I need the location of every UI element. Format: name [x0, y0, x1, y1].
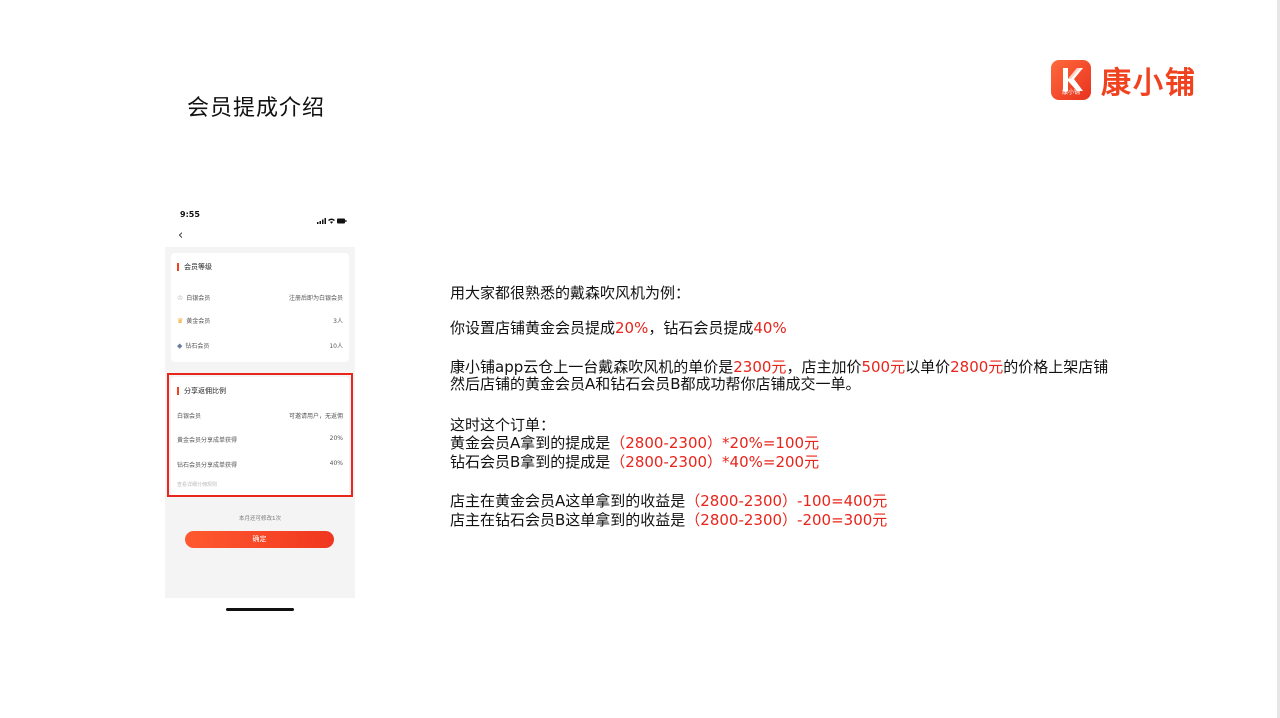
- gold-commission-line: 黄金会员A拿到的提成是（2800-2300）*20%=100元: [450, 435, 819, 452]
- owner-gold-income-line: 店主在黄金会员A这单拿到的收益是（2800-2300）-100=400元: [450, 493, 887, 510]
- diamond-icon: ◆: [177, 342, 183, 350]
- text-segment: ，钻石会员提成: [648, 319, 754, 337]
- row-label: 钻石会员: [185, 343, 210, 350]
- row-value: 3人: [333, 318, 343, 325]
- markup-amount: 500元: [861, 358, 906, 376]
- brand-logo-mark-icon: 康小铺: [1051, 60, 1091, 100]
- intro-text: 用大家都很熟悉的戴森吹风机为例：: [450, 284, 691, 302]
- share-ratio-highlight-box: [167, 373, 353, 497]
- member-level-row: ♛ 黄金会员 3人: [177, 316, 343, 325]
- wifi-icon: [328, 218, 335, 224]
- member-level-row: ♔ 白银会员 注册后即为白银会员: [177, 293, 343, 302]
- nav-bar: ‹: [165, 227, 355, 247]
- brand-name: 康小铺: [1101, 66, 1197, 101]
- owner-gold-formula: （2800-2300）-100=400元: [685, 492, 888, 510]
- signal-icon: [317, 218, 326, 224]
- text-segment: 店主在钻石会员B这单拿到的收益是: [450, 511, 686, 529]
- home-indicator: [226, 608, 294, 611]
- unit-price: 2300元: [733, 358, 787, 376]
- deal-line: 然后店铺的黄金会员A和钻石会员B都成功帮你店铺成交一单。: [450, 375, 861, 393]
- diamond-commission-line: 钻石会员B拿到的提成是（2800-2300）*40%=200元: [450, 454, 819, 471]
- member-levels-card: 会员等级 ♔ 白银会员 注册后即为白银会员 ♛ 黄金会员 3人 ◆ 钻石会员 10人: [171, 253, 349, 362]
- member-levels-title: 会员等级: [177, 263, 212, 271]
- text-segment: 黄金会员A拿到的提成是: [450, 434, 611, 452]
- row-value: 注册后即为白银会员: [288, 295, 343, 302]
- text-segment: 的价格上架店铺: [1003, 358, 1109, 376]
- remaining-edits-text: 本月还可修改1次: [239, 516, 281, 522]
- brand-logo-mark-text: 康小铺: [1061, 89, 1080, 96]
- row-value: 10人: [329, 343, 343, 350]
- member-level-row: ◆ 钻石会员 10人: [177, 341, 343, 350]
- gold-rate: 20%: [615, 319, 649, 337]
- rate-setting-line: 你设置店铺黄金会员提成20%，钻石会员提成40%: [450, 320, 787, 337]
- gold-commission-formula: （2800-2300）*20%=100元: [610, 434, 820, 452]
- owner-diamond-formula: （2800-2300）-200=300元: [685, 511, 888, 529]
- confirm-button[interactable]: 确定: [185, 531, 334, 548]
- text-segment: 康小铺app云仓上一台戴森吹风机的单价是: [450, 358, 734, 376]
- gold-crown-icon: ♛: [177, 317, 184, 325]
- back-chevron-icon[interactable]: ‹: [178, 229, 183, 243]
- text-segment: 以单价: [905, 358, 951, 376]
- text-segment: 店主在黄金会员A这单拿到的收益是: [450, 492, 686, 510]
- text-segment: 你设置店铺黄金会员提成: [450, 319, 616, 337]
- status-bar: 9:55: [165, 205, 355, 227]
- text-segment: ，店主加价: [786, 358, 862, 376]
- slide-title: 会员提成介绍: [187, 96, 326, 121]
- silver-crown-icon: ♔: [177, 294, 184, 302]
- order-heading: 这时这个订单：: [450, 416, 556, 434]
- row-label: 白银会员: [186, 295, 211, 302]
- status-time: 9:55: [180, 210, 200, 219]
- diamond-rate: 40%: [753, 319, 787, 337]
- sell-price: 2800元: [950, 358, 1004, 376]
- row-label: 黄金会员: [186, 318, 211, 325]
- price-line: 康小铺app云仓上一台戴森吹风机的单价是2300元，店主加价500元以单价280…: [450, 359, 1108, 376]
- brand-logo: 康小铺 康小铺: [1051, 58, 1197, 102]
- battery-icon: [337, 218, 347, 224]
- diamond-commission-formula: （2800-2300）*40%=200元: [610, 453, 820, 471]
- owner-diamond-income-line: 店主在钻石会员B这单拿到的收益是（2800-2300）-200=300元: [450, 512, 887, 529]
- text-segment: 钻石会员B拿到的提成是: [450, 453, 611, 471]
